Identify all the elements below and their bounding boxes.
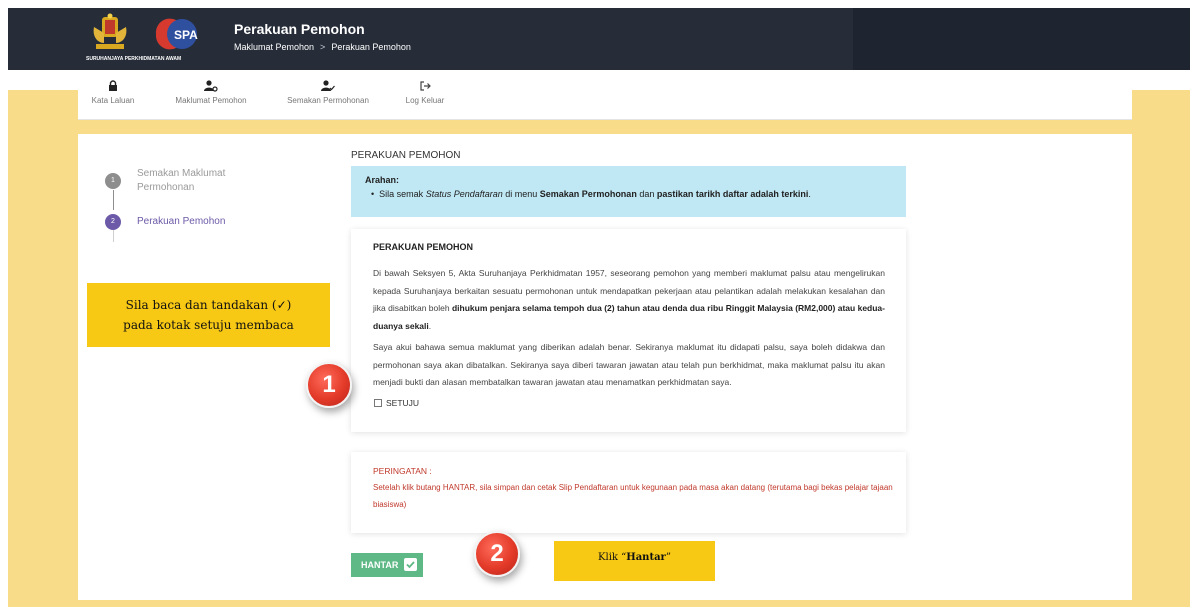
declaration-title: PERAKUAN PEMOHON xyxy=(373,242,474,252)
agree-checkbox-label[interactable]: SETUJU xyxy=(386,398,419,408)
warning-title: PERINGATAN : xyxy=(373,466,432,476)
step-badge-2: 2 xyxy=(474,531,520,577)
instruction-title: Arahan: xyxy=(365,175,400,185)
lock-icon xyxy=(109,80,117,91)
submit-button[interactable]: HANTAR xyxy=(351,553,423,577)
declaration-paragraph-2: Saya akui bahawa semua maklumat yang dib… xyxy=(373,342,885,387)
breadcrumb-separator: > xyxy=(320,42,326,52)
section-title: PERAKUAN PEMOHON xyxy=(351,150,461,161)
instruction-bold-2: pastikan tarikh daftar adalah terkini xyxy=(656,189,809,199)
agree-checkbox[interactable] xyxy=(374,399,382,407)
user-settings-icon xyxy=(204,80,218,92)
nav-item-log-keluar[interactable]: Log Keluar xyxy=(401,80,449,105)
declaration-paragraph-1: Di bawah Seksyen 5, Akta Suruhanjaya Per… xyxy=(373,265,885,335)
step-connector xyxy=(113,190,114,210)
step-1-label[interactable]: Semakan Maklumat Permohonan xyxy=(137,167,225,195)
instruction-text-3: dan xyxy=(636,189,657,199)
instruction-bold-1: Semakan Permohonan xyxy=(539,189,637,199)
logo-caption: SURUHANJAYA PERKHIDMATAN AWAM xyxy=(86,56,182,62)
instruction-callout-2: Klik “Hantar” xyxy=(554,541,715,581)
instruction-text-1: Sila semak xyxy=(379,189,426,199)
breadcrumb-item-maklumat[interactable]: Maklumat Pemohon xyxy=(234,42,314,52)
warning-card: PERINGATAN : Setelah klik butang HANTAR,… xyxy=(351,452,906,533)
step-2-label[interactable]: Perakuan Pemohon xyxy=(137,215,225,229)
instruction-italic: Status Pendaftaran xyxy=(425,189,503,199)
instruction-text-2: di menu xyxy=(502,189,540,199)
step-1-label-line1: Semakan Maklumat xyxy=(137,168,226,179)
logout-icon xyxy=(420,81,431,91)
callout-2-suffix: ” xyxy=(665,552,671,563)
instruction-text-4: . xyxy=(808,189,811,199)
declaration-para1-end: . xyxy=(428,320,432,331)
warning-text: Setelah klik butang HANTAR, sila simpan … xyxy=(373,483,893,509)
step-badge-1: 1 xyxy=(306,362,352,408)
callout-2-prefix: Klik “ xyxy=(598,552,627,563)
instruction-box: Arahan: • Sila semak Status Pendaftaran … xyxy=(351,166,906,217)
coat-of-arms-logo xyxy=(93,13,127,49)
header-right-panel xyxy=(853,8,1190,70)
user-check-icon xyxy=(321,80,335,91)
instruction-text: • Sila semak Status Pendaftaran di menu … xyxy=(371,189,811,199)
page-title: Perakuan Pemohon xyxy=(234,21,365,37)
spa-logo: SPA xyxy=(155,18,198,50)
nav-item-semakan-permohonan[interactable]: Semakan Permohonan xyxy=(283,80,373,105)
callout-2-bold: Hantar xyxy=(626,552,666,563)
nav-label: Semakan Permohonan xyxy=(287,96,369,105)
breadcrumb: Maklumat Pemohon > Perakuan Pemohon xyxy=(234,42,411,52)
nav-label: Maklumat Pemohon xyxy=(175,96,247,105)
callout-1-line1: Sila baca dan tandakan (✓) xyxy=(125,298,292,312)
nav-label: Kata Laluan xyxy=(91,96,135,105)
callout-1-line2: pada kotak setuju membaca xyxy=(123,318,294,332)
breadcrumb-item-current: Perakuan Pemohon xyxy=(331,42,411,52)
declaration-card: PERAKUAN PEMOHON Di bawah Seksyen 5, Akt… xyxy=(351,229,906,432)
nav-item-kata-laluan[interactable]: Kata Laluan xyxy=(88,80,138,105)
nav-label: Log Keluar xyxy=(405,96,445,105)
svg-text:SPA: SPA xyxy=(174,28,198,42)
instruction-callout-1: Sila baca dan tandakan (✓) pada kotak se… xyxy=(87,283,330,347)
step-2-circle: 2 xyxy=(105,214,121,230)
step-1-label-line2: Permohonan xyxy=(137,182,195,193)
submit-label: HANTAR xyxy=(361,560,399,570)
step-connector-end xyxy=(113,230,114,242)
step-1-circle: 1 xyxy=(105,173,121,189)
check-square-icon xyxy=(404,558,417,571)
nav-item-maklumat-pemohon[interactable]: Maklumat Pemohon xyxy=(171,80,251,105)
